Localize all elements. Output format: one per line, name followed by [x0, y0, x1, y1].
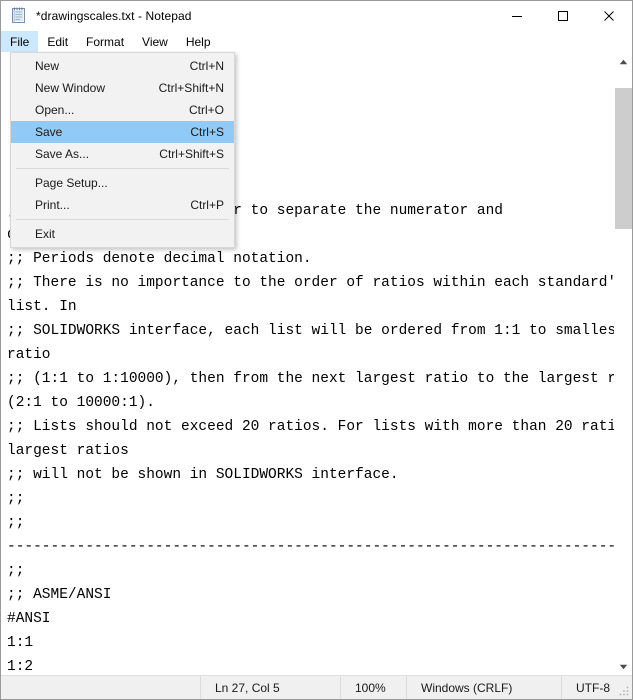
file-menu-item-save-as[interactable]: Save As... Ctrl+Shift+S	[11, 143, 234, 165]
editor-line: 1:1	[7, 635, 34, 651]
editor-line: ratio	[7, 347, 51, 363]
menu-item-label: New	[35, 59, 60, 73]
file-menu-dropdown: New Ctrl+N New Window Ctrl+Shift+N Open... Ct…	[10, 52, 235, 248]
menu-item-shortcut: Ctrl+N	[189, 59, 224, 73]
editor-line: ;; SOLIDWORKS interface, each list will …	[7, 323, 614, 339]
menubar-item-file[interactable]: File	[1, 31, 39, 52]
scroll-up-button[interactable]	[615, 53, 632, 70]
menu-item-shortcut: Ctrl+S	[190, 125, 224, 139]
file-menu-item-page-setup[interactable]: Page Setup...	[11, 172, 234, 194]
menu-item-shortcut: Ctrl+O	[188, 103, 224, 117]
file-menu-item-save[interactable]: Save Ctrl+S	[11, 121, 234, 143]
menu-item-label: New Window	[35, 81, 106, 95]
maximize-button[interactable]	[540, 1, 586, 31]
editor-line: largest ratios	[7, 443, 129, 459]
scrollbar-track[interactable]	[615, 70, 632, 658]
status-cursor-position: Ln 27, Col 5	[201, 676, 341, 699]
close-icon	[604, 11, 614, 21]
minimize-button[interactable]	[494, 1, 540, 31]
editor-line: ;; will not be shown in SOLIDWORKS inter…	[7, 467, 399, 483]
menu-item-label: Page Setup...	[35, 176, 108, 190]
editor-line: ----------------------------------------…	[7, 539, 614, 555]
scroll-down-arrow-icon	[619, 664, 628, 669]
editor-line: 1:2	[7, 659, 34, 675]
menu-separator	[16, 219, 229, 220]
resize-grip-icon[interactable]	[618, 685, 630, 697]
scroll-down-button[interactable]	[615, 658, 632, 675]
file-menu-item-new-window[interactable]: New Window Ctrl+Shift+N	[11, 77, 234, 99]
notepad-window: *drawingscales.txt - Notepad File Edit F…	[0, 0, 633, 700]
editor-line: ;;	[7, 491, 25, 507]
menu-item-label: Exit	[35, 227, 56, 241]
status-line-ending: Windows (CRLF)	[407, 676, 562, 699]
scrollbar-thumb[interactable]	[615, 87, 632, 229]
maximize-icon	[558, 11, 568, 21]
status-bar: Ln 27, Col 5 100% Windows (CRLF) UTF-8	[1, 675, 632, 699]
editor-line: #ANSI	[7, 611, 51, 627]
window-title: *drawingscales.txt - Notepad	[36, 9, 192, 23]
menu-item-label: Save As...	[35, 147, 90, 161]
menubar-item-format[interactable]: Format	[77, 31, 133, 52]
menubar-item-edit[interactable]: Edit	[38, 31, 77, 52]
window-controls	[494, 1, 632, 31]
file-menu-item-print[interactable]: Print... Ctrl+P	[11, 194, 234, 216]
menu-item-label: Open...	[35, 103, 75, 117]
minimize-icon	[512, 16, 522, 17]
notepad-icon	[10, 7, 28, 25]
status-spacer	[1, 676, 201, 699]
menu-separator	[16, 168, 229, 169]
title-bar[interactable]: *drawingscales.txt - Notepad	[1, 1, 632, 31]
file-menu-item-open[interactable]: Open... Ctrl+O	[11, 99, 234, 121]
editor-line: (2:1 to 10000:1).	[7, 395, 155, 411]
menubar-item-view[interactable]: View	[133, 31, 177, 52]
editor-line: ;;	[7, 563, 25, 579]
file-menu-item-exit[interactable]: Exit	[11, 223, 234, 245]
editor-line: ;;	[7, 515, 25, 531]
editor-line: ;; Lists should not exceed 20 ratios. Fo…	[7, 419, 614, 435]
menubar-item-help[interactable]: Help	[177, 31, 220, 52]
menu-item-label: Save	[35, 125, 63, 139]
close-button[interactable]	[586, 1, 632, 31]
file-menu-item-new[interactable]: New Ctrl+N	[11, 55, 234, 77]
editor-line: ;; Periods denote decimal notation.	[7, 251, 312, 267]
menu-item-shortcut: Ctrl+P	[190, 198, 224, 212]
vertical-scrollbar[interactable]	[614, 53, 632, 675]
menu-item-label: Print...	[35, 198, 70, 212]
scroll-up-arrow-icon	[619, 59, 628, 64]
menu-bar: File Edit Format View Help	[1, 31, 632, 52]
editor-line: ;; ASME/ANSI	[7, 587, 112, 603]
menu-item-shortcut: Ctrl+Shift+N	[158, 81, 224, 95]
editor-line: ;; (1:1 to 1:10000), then from the next …	[7, 371, 614, 387]
editor-line: ;; There is no importance to the order o…	[7, 275, 614, 291]
menu-item-shortcut: Ctrl+Shift+S	[159, 147, 224, 161]
status-zoom-level[interactable]: 100%	[341, 676, 407, 699]
editor-line: list. In	[7, 299, 77, 315]
